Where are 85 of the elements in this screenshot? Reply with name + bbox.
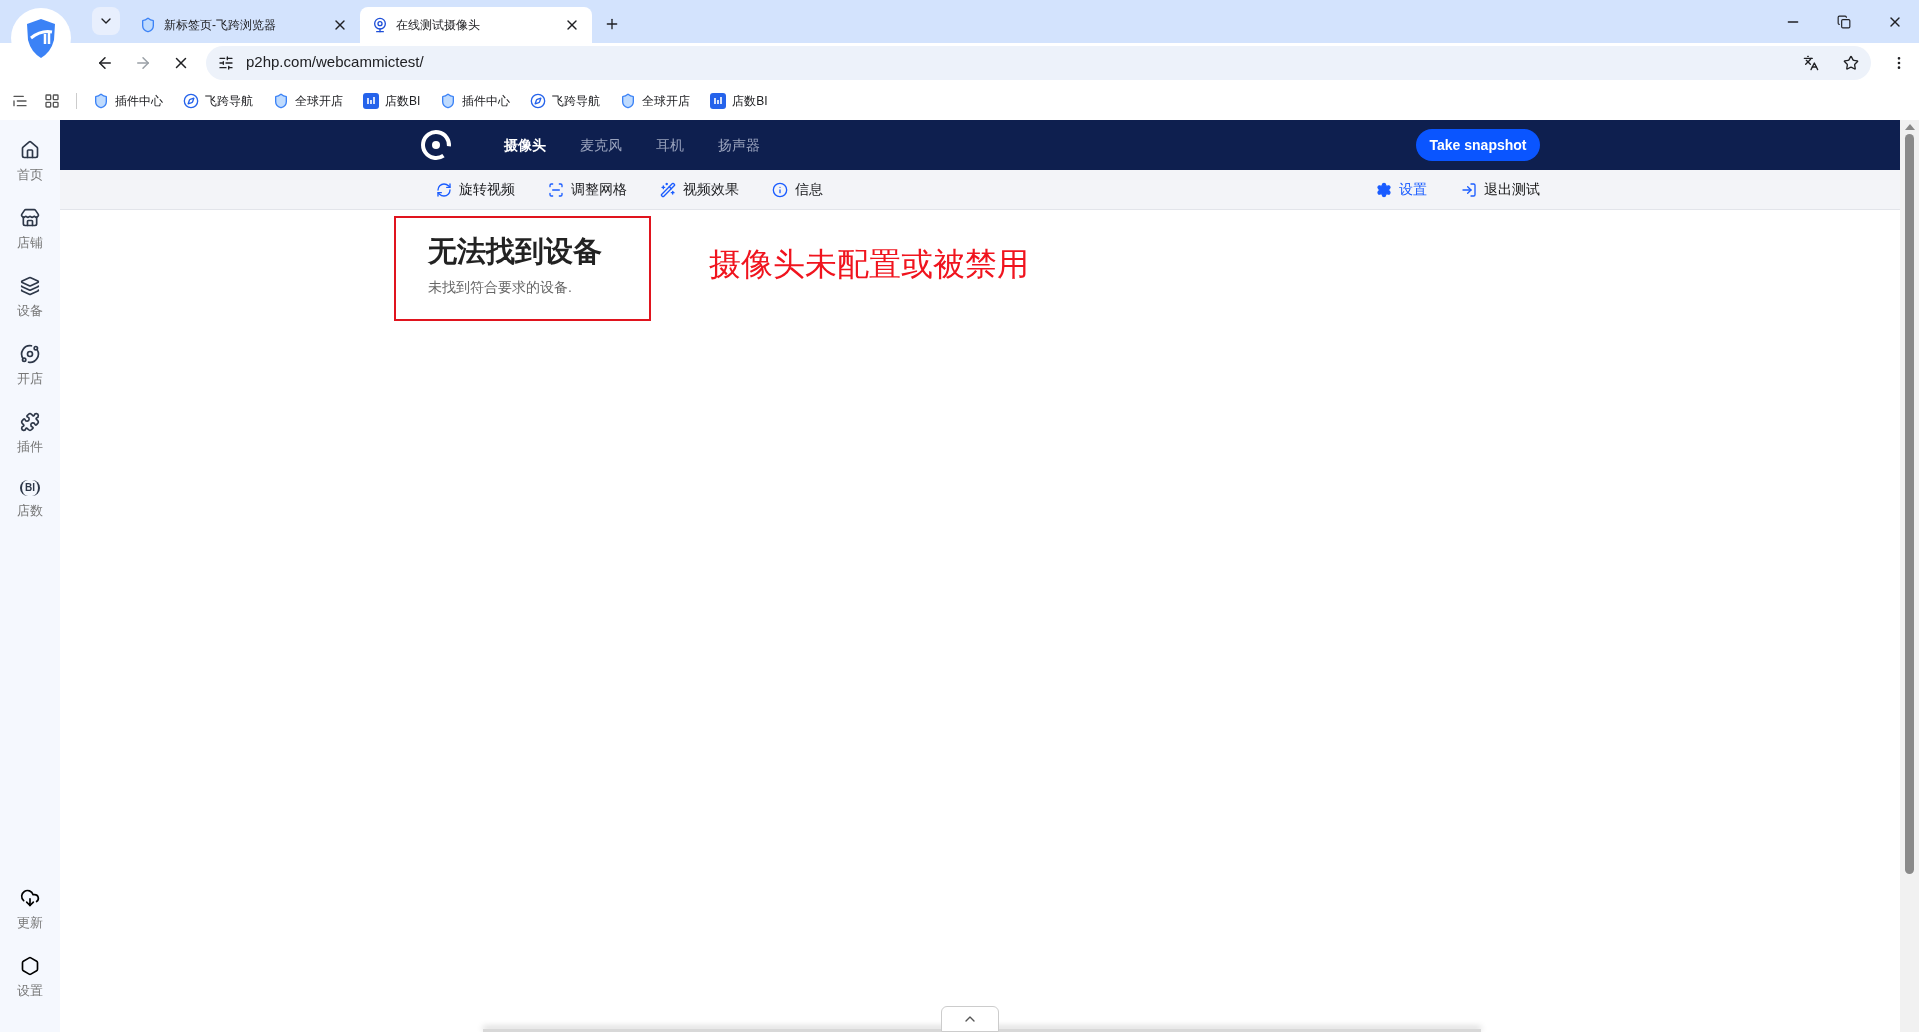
snapshot-button[interactable]: Take snapshot	[1416, 129, 1540, 161]
webcam-icon	[372, 17, 388, 33]
bookmark-label: 全球开店	[295, 93, 343, 110]
planet-icon	[20, 344, 40, 364]
apps-icon[interactable]	[44, 93, 60, 109]
toolbar-button[interactable]: 调整网格	[548, 179, 627, 200]
sidebar-item[interactable]: BI 店数	[17, 480, 43, 548]
exit-icon	[1461, 181, 1477, 198]
annotation-text: 摄像头未配置或被禁用	[709, 245, 1029, 284]
shield-icon	[440, 93, 457, 109]
bookmark[interactable]: 全球开店	[273, 92, 343, 110]
toolbar-button[interactable]: 视频效果	[660, 179, 739, 200]
bookmark-label: 店数BI	[385, 93, 421, 110]
shield-icon	[273, 93, 289, 109]
compass-icon	[183, 93, 199, 109]
chart-tile-icon	[710, 93, 727, 109]
bookmark[interactable]: 店数BI	[363, 92, 421, 110]
new-tab-icon[interactable]	[604, 16, 620, 32]
sidebar-label: 店铺	[17, 234, 43, 252]
sidebar-label: 插件	[17, 438, 43, 456]
nav-tab[interactable]: 扬声器	[718, 134, 760, 156]
url-text: p2hp.com/webcammictest/	[246, 52, 425, 73]
bookmark-star-icon[interactable]	[1843, 54, 1859, 71]
sidebar-label: 更新	[17, 914, 43, 932]
cloud-download-icon	[20, 888, 40, 908]
toolbar-button[interactable]: 退出测试	[1461, 179, 1540, 200]
settings-icon	[20, 956, 40, 976]
magic-wand-icon	[660, 181, 676, 198]
error-title: 无法找到设备	[428, 234, 603, 269]
shield-icon	[620, 93, 637, 109]
browser-tab[interactable]: 新标签页-飞跨浏览器	[128, 7, 360, 43]
puzzle-icon	[20, 412, 40, 432]
layers-icon	[20, 276, 40, 296]
bookmark-label: 店数BI	[732, 93, 768, 110]
bookmark[interactable]: 全球开店	[620, 92, 691, 110]
bookmark[interactable]: 飞跨导航	[183, 92, 253, 110]
sidebar-item[interactable]: 店铺	[17, 208, 43, 276]
site-info-icon[interactable]	[218, 54, 234, 71]
settings-icon	[1376, 181, 1392, 198]
bookmark-label: 插件中心	[462, 93, 511, 110]
nav-tab[interactable]: 麦克风	[580, 134, 622, 156]
browser-tab[interactable]: 在线测试摄像头	[360, 7, 592, 43]
info-icon	[772, 181, 788, 198]
bookmark-label: 全球开店	[642, 93, 691, 110]
compass-icon	[530, 93, 547, 109]
sidebar-item[interactable]: 设备	[17, 276, 43, 344]
bookmark[interactable]: 飞跨导航	[530, 92, 601, 110]
tab-title: 在线测试摄像头	[396, 17, 481, 34]
nav-tab[interactable]: 摄像头	[504, 134, 546, 156]
bookmark-label: 飞跨导航	[552, 93, 601, 110]
tab-title: 新标签页-飞跨浏览器	[164, 17, 277, 34]
translate-icon[interactable]	[1803, 54, 1819, 71]
chart-tile-icon	[363, 93, 379, 109]
bookmark[interactable]: 插件中心	[440, 92, 511, 110]
bookmark-label: 飞跨导航	[205, 93, 253, 110]
sidebar-item[interactable]: 插件	[17, 412, 43, 480]
restore-icon[interactable]	[1837, 15, 1851, 29]
sidebar-label: 店数	[17, 502, 43, 520]
home-icon	[20, 140, 40, 160]
sidebar-label: 开店	[17, 370, 43, 388]
reading-list-icon[interactable]	[12, 93, 28, 109]
bookmark[interactable]: 插件中心	[93, 92, 163, 110]
toolbar-button[interactable]: 旋转视频	[436, 179, 515, 200]
sidebar-label: 设置	[17, 982, 43, 1000]
shield-icon	[140, 17, 156, 33]
collapse-handle[interactable]	[941, 1006, 999, 1032]
sidebar-item[interactable]: 更新	[17, 888, 43, 956]
sidebar-item[interactable]: 设置	[17, 956, 43, 1024]
address-bar[interactable]: p2hp.com/webcammictest/	[206, 45, 1871, 80]
grid-icon	[548, 181, 564, 198]
store-icon	[20, 208, 40, 228]
nav-tab[interactable]: 耳机	[656, 134, 684, 156]
sidebar-item[interactable]: 首页	[17, 140, 43, 208]
toolbar-button[interactable]: 信息	[772, 179, 823, 200]
bookmark[interactable]: 店数BI	[710, 92, 768, 110]
shield-icon	[93, 93, 109, 109]
rotate-icon	[436, 181, 452, 198]
bookmark-label: 插件中心	[115, 93, 163, 110]
toolbar-button[interactable]: 设置	[1376, 179, 1427, 200]
logo-icon	[420, 129, 452, 161]
sidebar-label: 首页	[17, 166, 43, 184]
error-message: 未找到符合要求的设备.	[428, 278, 573, 297]
tab-list-button[interactable]	[92, 7, 120, 35]
sidebar-label: 设备	[17, 302, 43, 320]
sidebar-item[interactable]: 开店	[17, 344, 43, 412]
